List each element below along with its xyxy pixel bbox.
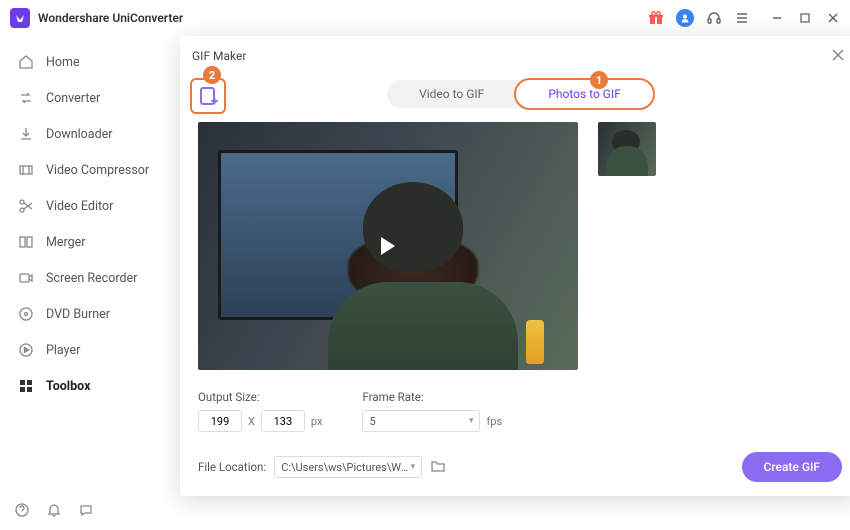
app-title: Wondershare UniConverter (38, 11, 183, 25)
x-separator: X (248, 415, 255, 428)
gift-icon[interactable] (648, 10, 664, 26)
sidebar-item-videoeditor[interactable]: Video Editor (0, 188, 180, 224)
sidebar-item-dvdburner[interactable]: DVD Burner (0, 296, 180, 332)
sidebar-item-converter[interactable]: Converter (0, 80, 180, 116)
disc-icon (18, 306, 34, 322)
add-file-icon (198, 86, 218, 106)
app-logo (10, 8, 30, 28)
sidebar-item-label: Video Compressor (46, 163, 149, 178)
gif-maker-dialog: GIF Maker 1 2 Video to GIF Photos to GIF (180, 36, 850, 496)
minimize-button[interactable] (770, 11, 784, 25)
output-height-input[interactable] (261, 410, 305, 432)
bell-icon[interactable] (46, 502, 64, 520)
close-button[interactable] (826, 11, 840, 25)
annotation-badge-2: 2 (203, 66, 221, 84)
sidebar-item-label: Downloader (46, 127, 113, 142)
home-icon (18, 54, 34, 70)
sidebar-item-label: Merger (46, 235, 86, 250)
compress-icon (18, 162, 34, 178)
frame-rate-label: Frame Rate: (362, 390, 502, 404)
merge-icon (18, 234, 34, 250)
tab-photos-to-gif[interactable]: Photos to GIF (514, 78, 655, 110)
tab-switcher: Video to GIF Photos to GIF (387, 80, 653, 108)
sidebar-item-screenrecorder[interactable]: Screen Recorder (0, 260, 180, 296)
sidebar-item-label: DVD Burner (46, 307, 110, 322)
sidebar-item-videocompressor[interactable]: Video Compressor (0, 152, 180, 188)
sidebar-item-player[interactable]: Player (0, 332, 180, 368)
toolbox-icon (18, 378, 34, 394)
tab-video-to-gif[interactable]: Video to GIF (387, 80, 516, 108)
chevron-down-icon: ▾ (469, 416, 474, 426)
titlebar: Wondershare UniConverter (0, 0, 850, 36)
headset-icon[interactable] (706, 10, 722, 26)
sidebar-item-label: Player (46, 343, 80, 358)
dialog-title: GIF Maker (192, 49, 246, 63)
status-bar (14, 502, 96, 520)
converter-icon (18, 90, 34, 106)
chevron-down-icon: ▾ (411, 462, 416, 472)
output-width-input[interactable] (198, 410, 242, 432)
dialog-close-button[interactable] (830, 47, 848, 65)
frame-rate-select[interactable]: 5▾ (362, 410, 480, 432)
output-size-label: Output Size: (198, 390, 322, 404)
sidebar-item-home[interactable]: Home (0, 44, 180, 80)
play-icon (18, 342, 34, 358)
play-button-icon[interactable] (381, 237, 395, 255)
file-location-label: File Location: (198, 460, 266, 474)
sidebar-item-label: Home (46, 55, 80, 70)
sidebar-item-toolbox[interactable]: Toolbox (0, 368, 180, 404)
help-icon[interactable] (14, 502, 32, 520)
avatar-icon[interactable] (676, 9, 694, 27)
feedback-icon[interactable] (78, 502, 96, 520)
file-location-select[interactable]: C:\Users\ws\Pictures\Wondersh▾ (274, 456, 422, 478)
download-icon (18, 126, 34, 142)
sidebar-item-label: Toolbox (46, 379, 90, 394)
sidebar-item-label: Converter (46, 91, 100, 106)
sidebar-item-merger[interactable]: Merger (0, 224, 180, 260)
photo-thumbnail[interactable] (598, 122, 656, 176)
annotation-badge-1: 1 (590, 71, 608, 89)
sidebar: Home Converter Downloader Video Compress… (0, 36, 180, 530)
sidebar-item-label: Screen Recorder (46, 271, 137, 286)
preview-area[interactable] (198, 122, 578, 370)
record-icon (18, 270, 34, 286)
sidebar-item-downloader[interactable]: Downloader (0, 116, 180, 152)
px-unit: px (311, 415, 323, 428)
scissors-icon (18, 198, 34, 214)
maximize-button[interactable] (798, 11, 812, 25)
open-folder-button[interactable] (430, 458, 448, 476)
sidebar-item-label: Video Editor (46, 199, 113, 214)
create-gif-button[interactable]: Create GIF (742, 452, 842, 482)
fps-unit: fps (486, 415, 502, 428)
menu-icon[interactable] (734, 10, 750, 26)
